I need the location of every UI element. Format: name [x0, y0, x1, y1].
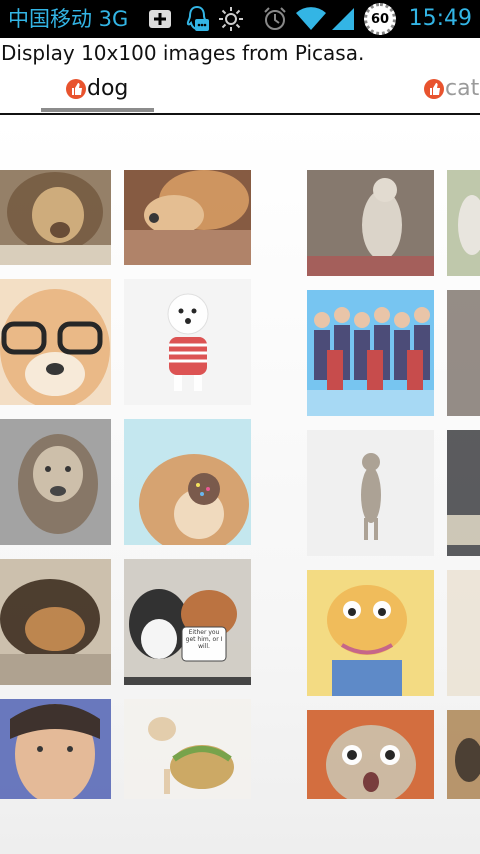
battery-indicator: 60 — [364, 3, 396, 35]
dog-image-pomeranian[interactable] — [124, 170, 251, 265]
dog-image-shepherd[interactable] — [0, 559, 111, 685]
cat-image-surprised-cat[interactable] — [307, 710, 434, 799]
dog-image-lion[interactable] — [0, 170, 111, 265]
dog-image-white-terrier[interactable] — [124, 279, 251, 405]
cat-image-anime-crowd[interactable] — [307, 290, 434, 416]
clock: 15:49 — [408, 6, 472, 31]
wifi-icon — [296, 5, 326, 33]
brightness-icon — [218, 5, 244, 33]
cat-image-edge[interactable] — [447, 710, 480, 799]
app-description: Display 10x100 images from Picasa. — [1, 41, 365, 65]
dog-image-person-selfie[interactable] — [0, 699, 111, 799]
qq-chat-icon — [184, 5, 210, 33]
cat-image-edge[interactable] — [447, 570, 480, 696]
dog-image-sprinkle-nose-dog[interactable] — [124, 419, 251, 545]
dog-image-glasses-dog[interactable] — [0, 279, 111, 405]
status-bar: 中国移动 3G 60 15:49 — [0, 0, 480, 38]
cat-image-standing-cat[interactable] — [307, 170, 434, 276]
cat-image-edge[interactable] — [447, 170, 480, 276]
tab-label: dog — [87, 76, 129, 101]
cat-image-edge[interactable] — [447, 430, 480, 556]
cat-image-cartoon-cat[interactable] — [307, 570, 434, 696]
alarm-icon — [262, 5, 288, 33]
thumb-up-icon — [424, 78, 444, 99]
dog-image-chihuahua-taco[interactable] — [124, 699, 251, 799]
thumb-up-icon — [66, 78, 86, 99]
image-pager[interactable]: Either you get him, or I will. — [0, 115, 480, 854]
dog-image-cat-and-dog-meme[interactable]: Either you get him, or I will. — [124, 559, 251, 685]
usb-plus-icon — [148, 5, 172, 33]
tab-cat[interactable]: cat — [424, 76, 479, 101]
dog-image-wet-retriever[interactable] — [0, 419, 111, 545]
cat-image-3d-tabby-cat[interactable] — [307, 430, 434, 556]
signal-icon — [330, 5, 356, 33]
tab-indicator — [41, 108, 154, 112]
tab-dog[interactable]: dog — [66, 76, 128, 101]
tab-label: cat — [445, 76, 480, 101]
cat-image-edge[interactable] — [447, 290, 480, 416]
meme-caption: Either you get him, or I will. — [185, 629, 223, 650]
carrier-label: 中国移动 3G — [8, 7, 129, 31]
